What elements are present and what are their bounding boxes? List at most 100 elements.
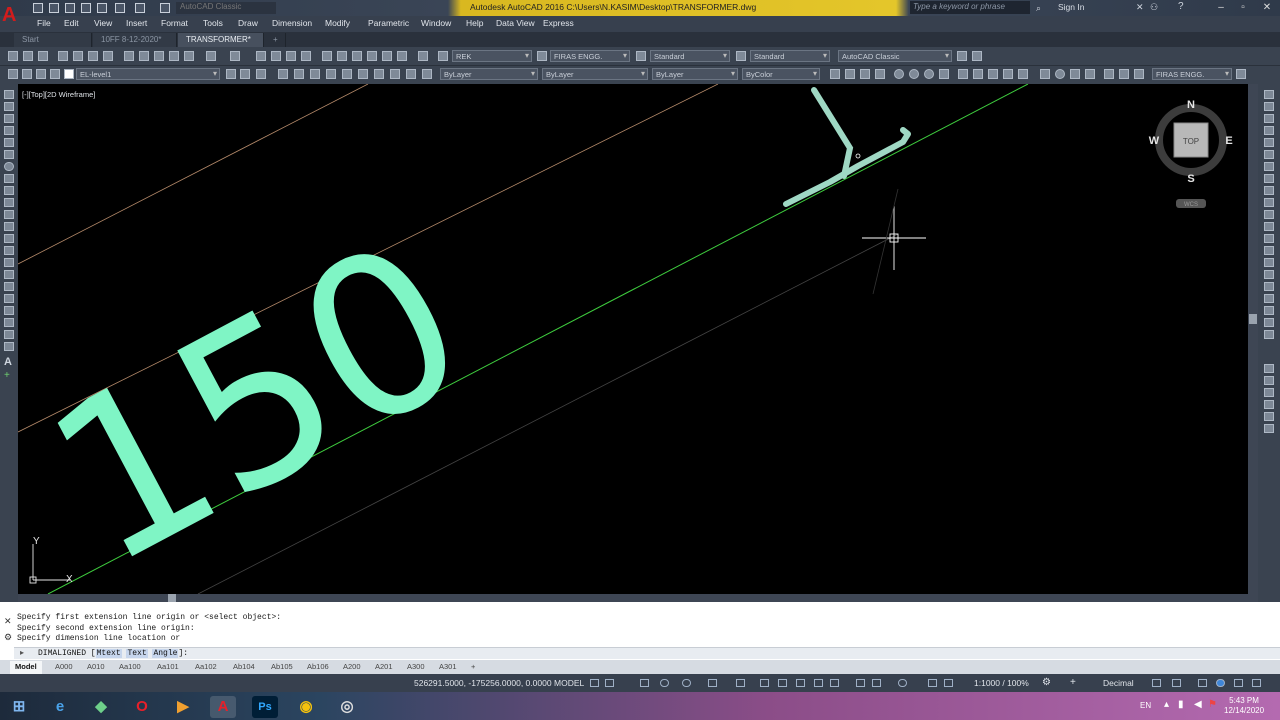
layer-tool-6-icon[interactable] <box>358 69 368 79</box>
clean-screen-icon[interactable] <box>1234 679 1243 687</box>
minimize-button[interactable]: – <box>1210 1 1232 14</box>
menu-data-view[interactable]: Data View <box>496 18 535 28</box>
tab-layout[interactable]: Aa100 <box>114 661 146 674</box>
tab-model[interactable]: Model <box>10 661 42 674</box>
modify-tool-1-icon[interactable] <box>1264 306 1274 315</box>
new-tab-button[interactable]: + <box>268 33 286 47</box>
tab-layout[interactable]: A301 <box>434 661 462 674</box>
tab-layout[interactable]: Aa102 <box>190 661 222 674</box>
selection-cycling-icon[interactable] <box>796 679 805 687</box>
close-command-icon[interactable]: ✕ <box>4 616 12 627</box>
bring-front-icon[interactable] <box>1264 376 1274 385</box>
plotstyle-dropdown[interactable]: ByColor <box>742 68 820 80</box>
add-selected-icon[interactable]: + <box>4 370 10 381</box>
auto-scale-icon[interactable] <box>928 679 937 687</box>
annotation-scale-dropdown[interactable]: 1:1000 / 100% <box>974 678 1029 688</box>
media-player-icon[interactable]: ▶ <box>170 696 196 718</box>
dim-ordinate-icon[interactable] <box>875 69 885 79</box>
copy-icon[interactable] <box>139 51 149 61</box>
modify-tool-3-icon[interactable] <box>1264 330 1274 339</box>
maximize-button[interactable]: ▫ <box>1232 1 1254 14</box>
menu-help[interactable]: Help <box>466 18 483 28</box>
text-front-icon[interactable] <box>1264 424 1274 433</box>
chamfer-icon[interactable] <box>1264 258 1274 267</box>
dim-style-manager-icon[interactable] <box>1236 69 1246 79</box>
zoom-previous-icon[interactable] <box>301 51 311 61</box>
tab-10ff[interactable]: 10FF 8-12-2020* <box>93 33 177 47</box>
snap-icon[interactable] <box>605 679 614 687</box>
layer-tool-1-icon[interactable] <box>278 69 288 79</box>
layer-tool-4-icon[interactable] <box>326 69 336 79</box>
markup-icon[interactable] <box>382 51 392 61</box>
tab-layout[interactable]: A200 <box>338 661 366 674</box>
dim-aligned-icon[interactable] <box>845 69 855 79</box>
pan-icon[interactable] <box>256 51 266 61</box>
join-icon[interactable] <box>1264 246 1274 255</box>
tab-layout[interactable]: A201 <box>370 661 398 674</box>
erase-icon[interactable] <box>1264 90 1274 99</box>
compass-north[interactable]: N <box>1187 99 1195 111</box>
transparency-icon[interactable] <box>778 679 787 687</box>
menu-modify[interactable]: Modify <box>325 18 350 28</box>
preview-icon[interactable] <box>73 51 83 61</box>
coordinates-display[interactable]: 526291.5000, -175256.0000, 0.0000 <box>414 678 552 688</box>
hardware-acceleration-icon[interactable] <box>1216 679 1225 687</box>
workspace-settings-icon[interactable] <box>957 51 967 61</box>
lineweight-dropdown[interactable]: ByLayer <box>652 68 738 80</box>
stretch-icon[interactable] <box>1264 186 1274 195</box>
menu-dimension[interactable]: Dimension <box>272 18 312 28</box>
region-icon[interactable] <box>4 282 14 291</box>
add-layout-button[interactable]: + <box>466 661 480 674</box>
horizontal-scrollbar[interactable] <box>18 594 1248 602</box>
hatch-icon[interactable] <box>4 258 14 267</box>
construction-line-icon[interactable] <box>4 102 14 111</box>
sheet-set-icon[interactable] <box>367 51 377 61</box>
tab-layout[interactable]: Ab105 <box>266 661 298 674</box>
grid-icon[interactable] <box>590 679 599 687</box>
send-under-icon[interactable] <box>1264 412 1274 421</box>
lock-icon[interactable] <box>50 69 60 79</box>
wipeout-icon[interactable] <box>4 306 14 315</box>
object-snap-icon[interactable] <box>736 679 745 687</box>
workspace-dropdown[interactable]: AutoCAD Classic <box>176 2 276 14</box>
insert-block-icon[interactable] <box>4 222 14 231</box>
lock-ui-icon[interactable] <box>1172 679 1181 687</box>
dim-linear-icon[interactable] <box>830 69 840 79</box>
annotation-visibility-icon[interactable] <box>898 679 907 687</box>
command-line[interactable]: ▸ DIMALIGNED [Mtext Text Angle]: <box>14 647 1280 659</box>
exchange-icon[interactable]: ✕ <box>1136 2 1144 13</box>
redo-icon[interactable] <box>230 51 240 61</box>
language-indicator[interactable]: EN <box>1140 701 1151 710</box>
dim-text-edit-icon[interactable] <box>1119 69 1129 79</box>
zoom-realtime-icon[interactable] <box>271 51 281 61</box>
layer-tool-7-icon[interactable] <box>374 69 384 79</box>
compass-east[interactable]: E <box>1225 135 1232 147</box>
table-insert-icon[interactable] <box>4 342 14 351</box>
units-dropdown[interactable]: Decimal <box>1103 678 1134 688</box>
dim-update-icon[interactable] <box>1134 69 1144 79</box>
menu-express[interactable]: Express <box>543 18 574 28</box>
drawing-area[interactable]: 150 X Y TOP N S E W WCS [-][Top][2D Wire… <box>18 84 1248 594</box>
isolate-objects-icon[interactable] <box>1198 679 1207 687</box>
close-button[interactable]: ✕ <box>1256 1 1278 14</box>
undo-icon[interactable] <box>115 3 125 13</box>
gear-icon[interactable] <box>160 3 170 13</box>
layer-state-icon[interactable] <box>256 69 266 79</box>
menu-file[interactable]: File <box>37 18 51 28</box>
sun-icon[interactable] <box>36 69 46 79</box>
compass-south[interactable]: S <box>1187 173 1194 185</box>
menu-edit[interactable]: Edit <box>64 18 79 28</box>
annotation-monitor-icon[interactable]: + <box>1070 677 1076 688</box>
menu-view[interactable]: View <box>94 18 112 28</box>
save-icon[interactable] <box>65 3 75 13</box>
option-angle[interactable]: Angle <box>152 649 179 658</box>
menu-tools[interactable]: Tools <box>203 18 223 28</box>
dim-baseline-icon[interactable] <box>973 69 983 79</box>
autocad-exchange-icon[interactable]: ◆ <box>88 696 114 718</box>
object-snap-tracking-icon[interactable] <box>708 679 717 687</box>
lineweight-icon[interactable] <box>760 679 769 687</box>
jogged-linear-icon[interactable] <box>1085 69 1095 79</box>
layer-dropdown[interactable]: EL-level1 <box>76 68 220 80</box>
layer-tool-8-icon[interactable] <box>390 69 400 79</box>
redo-icon[interactable] <box>135 3 145 13</box>
